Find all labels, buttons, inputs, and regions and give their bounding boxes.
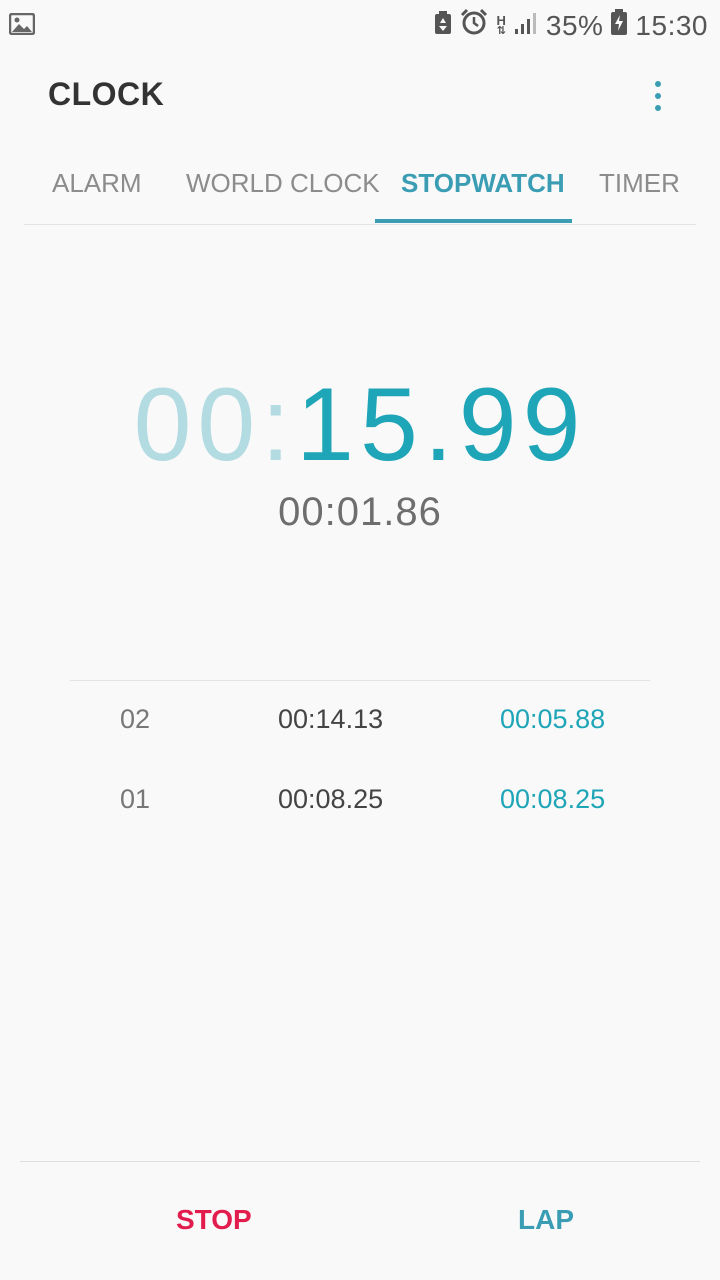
alarm-icon	[460, 8, 488, 43]
battery-saver-icon	[434, 10, 452, 42]
current-lap-time: 00:01.86	[278, 490, 442, 534]
elapsed-minutes: 00	[133, 367, 262, 483]
stopwatch-elapsed-time: 00:15.99	[0, 370, 720, 480]
gallery-notification-icon	[8, 12, 36, 40]
tab-timer[interactable]: TIMER	[599, 168, 680, 199]
tab-stopwatch[interactable]: STOPWATCH	[401, 168, 565, 199]
status-bar: H ⇅ 35% 15:30	[0, 0, 720, 50]
signal-icon	[514, 10, 538, 42]
bottom-bar-divider	[20, 1161, 700, 1162]
lap-split-time: 00:08.25	[500, 784, 606, 814]
lap-row: 01 00:08.25 00:08.25	[0, 760, 720, 840]
lap-total-time: 00:08.25	[278, 784, 384, 814]
status-time: 15:30	[635, 9, 708, 41]
more-vert-icon-dot	[655, 105, 661, 111]
elapsed-seconds: 15.99	[296, 367, 587, 483]
status-icons: H ⇅ 35% 15:30	[434, 8, 708, 43]
more-options-button[interactable]	[640, 76, 676, 116]
active-tab-indicator	[375, 219, 572, 223]
lap-row: 02 00:14.13 00:05.88	[0, 680, 720, 760]
app-title: CLOCK	[48, 76, 165, 112]
stopwatch-screen: H ⇅ 35% 15:30 CLOCK ALARM WORLD CLOCK ST…	[0, 0, 720, 1280]
battery-percent: 35%	[545, 9, 604, 41]
more-vert-icon-dot	[655, 93, 661, 99]
lap-total-time: 00:14.13	[278, 704, 384, 734]
lap-button-label: LAP	[518, 1204, 574, 1235]
tab-bar: ALARM WORLD CLOCK STOPWATCH TIMER	[24, 150, 696, 225]
lap-button[interactable]: LAP	[360, 1190, 720, 1250]
more-vert-icon	[655, 81, 661, 87]
network-h-icon: H ⇅	[496, 12, 506, 37]
network-type-label: H	[496, 12, 506, 28]
tab-alarm[interactable]: ALARM	[52, 168, 142, 199]
time-separator: :	[261, 367, 297, 483]
stop-button[interactable]: STOP	[28, 1190, 388, 1250]
lap-number: 02	[120, 704, 151, 734]
lap-number: 01	[120, 784, 151, 814]
lap-split-time: 00:05.88	[500, 704, 606, 734]
tab-world-clock[interactable]: WORLD CLOCK	[186, 168, 380, 199]
battery-charging-icon	[611, 9, 628, 42]
